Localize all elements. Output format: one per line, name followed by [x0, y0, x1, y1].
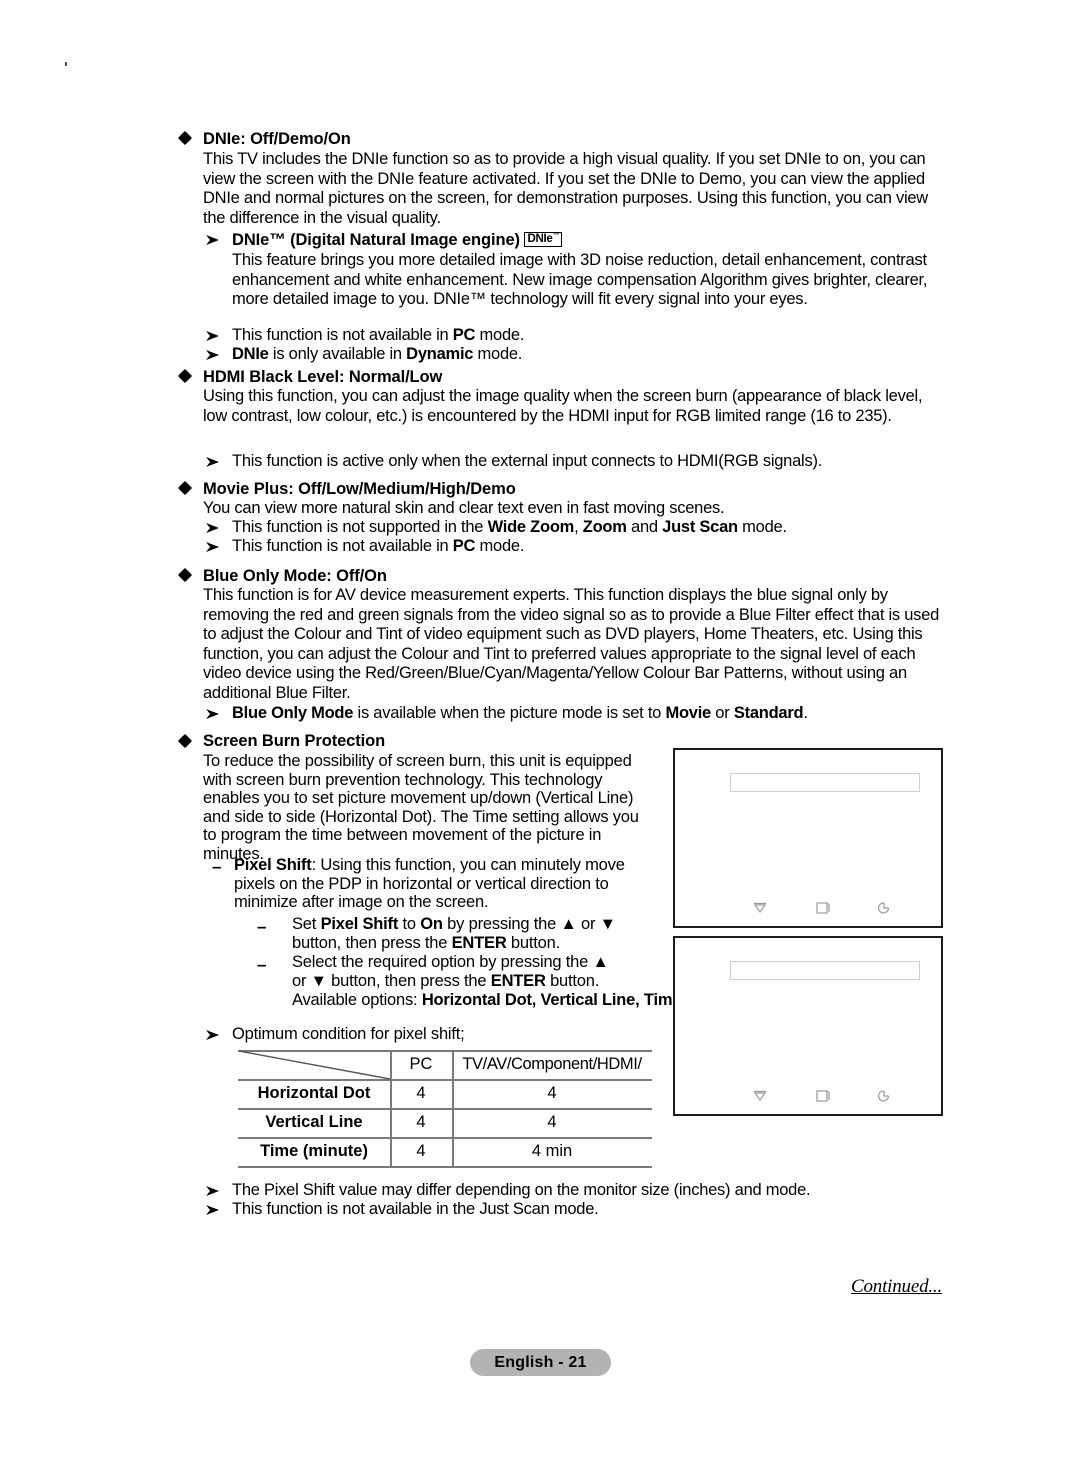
available-options-line: Available options: Horizontal Dot, Verti…: [292, 991, 692, 1010]
available-options-label: Available options:: [292, 991, 418, 1009]
body-dnie-engine: This feature brings you more detailed im…: [232, 251, 928, 309]
return-icon: [875, 900, 893, 916]
heading-dnie-engine: DNIe™ (Digital Natural Image engine) DNI…: [232, 230, 632, 251]
bullet-arrow-closing-2: [205, 1203, 221, 1217]
table-cell-pc: 4: [416, 1113, 426, 1131]
body-dnie: This TV includes the DNIe function so as…: [203, 150, 928, 227]
bullet-arrow-closing-1: [205, 1184, 221, 1198]
table-cell-label: Horizontal Dot: [257, 1084, 371, 1102]
table-header-av: TV/AV/Component/HDMI/: [462, 1055, 642, 1073]
table-corner-diagonal: [238, 1050, 391, 1080]
bullet-dash-step-1: –: [257, 917, 267, 936]
table-cell-pc: 4: [416, 1142, 426, 1160]
return-icon: [875, 1088, 893, 1104]
osd-panel-2-icons: [675, 1086, 945, 1108]
note-optimum-condition: Optimum condition for pixel shift;: [232, 1025, 465, 1043]
heading-blue-only: Blue Only Mode: Off/On: [203, 567, 387, 585]
table-cell-label: Vertical Line: [265, 1113, 363, 1131]
step-select-option: Select the required option by pressing t…: [292, 953, 609, 990]
bullet-arrow-dnie-engine: [205, 233, 221, 247]
bullet-diamond-hdmi-black-level: [177, 368, 193, 384]
body-blue-only: This function is for AV device measureme…: [203, 586, 940, 702]
bullet-dash-pixel-shift: –: [212, 857, 222, 876]
move-icon: [751, 900, 769, 916]
bullet-diamond-movie-plus: [177, 480, 193, 496]
body-pixel-shift: Pixel Shift: Using this function, you ca…: [234, 856, 659, 912]
note-movieplus-pc: This function is not available in PC mod…: [232, 537, 525, 555]
pixel-shift-table-wrapper: PC TV/AV/Component/HDMI/ Horizontal Dot …: [238, 1050, 652, 1168]
bullet-arrow-blue-only-note: [205, 707, 221, 721]
heading-dnie: DNIe: Off/Demo/On: [203, 130, 351, 148]
bullet-arrow-hdmi-note: [205, 455, 221, 469]
table-cell-av: 4: [547, 1113, 557, 1131]
osd-panel-1: [673, 748, 943, 928]
bullet-diamond-blue-only: [177, 567, 193, 583]
note-just-scan: This function is not available in the Ju…: [232, 1200, 599, 1218]
bullet-arrow-movieplus-pc: [205, 540, 221, 554]
note-dnie-dynamic: DNIe is only available in Dynamic mode.: [232, 345, 523, 363]
body-movie-plus: You can view more natural skin and clear…: [203, 499, 725, 517]
bullet-arrow-dnie-dynamic: [205, 348, 221, 362]
bullet-diamond-dnie: [177, 130, 193, 146]
move-icon: [751, 1088, 769, 1104]
osd-panel-1-highlight-bar: [730, 773, 920, 792]
dnie-logo-badge: DNIe™: [524, 232, 563, 247]
osd-panel-1-icons: [675, 898, 945, 920]
table-cell-pc: 4: [416, 1084, 426, 1102]
table-cell-label: Time (minute): [260, 1142, 368, 1160]
osd-panel-2-highlight-bar: [730, 961, 920, 980]
table-cell-av: 4: [547, 1084, 557, 1102]
body-screen-burn: To reduce the possibility of screen burn…: [203, 752, 639, 863]
note-pixel-shift-value: The Pixel Shift value may differ dependi…: [232, 1181, 811, 1199]
label-pixel-shift: Pixel Shift: [234, 856, 312, 874]
note-blue-only-modes: Blue Only Mode is available when the pic…: [232, 704, 808, 722]
bullet-dash-step-2: –: [257, 955, 267, 974]
bullet-arrow-dnie-pc: [205, 329, 221, 343]
heading-screen-burn: Screen Burn Protection: [203, 732, 386, 750]
continued-label: Continued...: [851, 1276, 943, 1297]
bullet-arrow-movieplus-zoom: [205, 521, 221, 535]
table-rule-bottom: [238, 1166, 652, 1168]
body-hdmi-black-level: Using this function, you can adjust the …: [203, 387, 923, 425]
heading-hdmi-black-level: HDMI Black Level: Normal/Low: [203, 368, 443, 386]
table-header-pc: PC: [409, 1055, 433, 1073]
bullet-diamond-screen-burn: [177, 733, 193, 749]
bullet-arrow-optimum: [205, 1028, 221, 1042]
note-movieplus-zoom: This function is not supported in the Wi…: [232, 518, 787, 536]
document-page: DNIe: Off/Demo/On This TV includes the D…: [0, 0, 1080, 1479]
heading-movie-plus: Movie Plus: Off/Low/Medium/High/Demo: [203, 480, 516, 498]
note-hdmi-external-input: This function is active only when the ex…: [232, 452, 823, 470]
enter-icon: [814, 900, 832, 916]
heading-dnie-engine-text: DNIe™ (Digital Natural Image engine): [232, 231, 520, 249]
page-number-badge: English - 21: [470, 1349, 611, 1376]
table-cell-av: 4 min: [531, 1142, 573, 1160]
step-pixel-shift-on: Set Pixel Shift to On by pressing the ▲ …: [292, 915, 616, 952]
enter-icon: [814, 1088, 832, 1104]
scan-artifact-speck: [65, 62, 67, 66]
note-dnie-pc: This function is not available in PC mod…: [232, 326, 525, 344]
osd-panel-2: [673, 936, 943, 1116]
available-options-values: Horizontal Dot, Vertical Line, Time: [421, 991, 682, 1009]
